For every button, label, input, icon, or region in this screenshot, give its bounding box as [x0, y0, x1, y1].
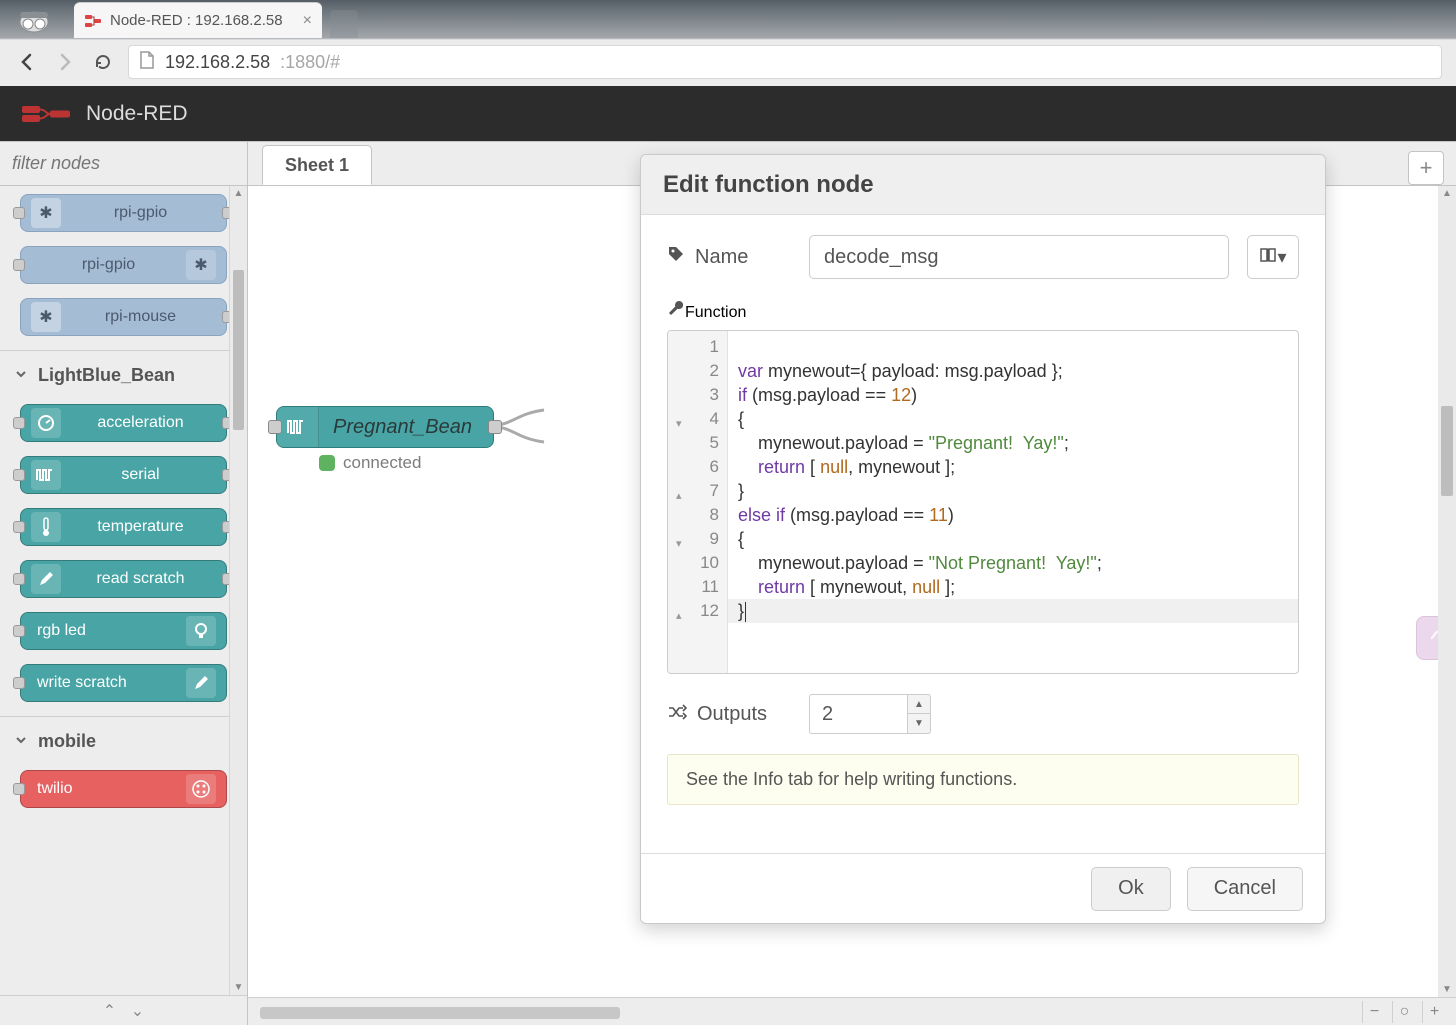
serial-icon [31, 460, 61, 490]
zoom-in-button[interactable]: + [1422, 1001, 1446, 1023]
ok-button[interactable]: Ok [1091, 867, 1171, 911]
palette-footer: ⌃ ⌄ [0, 995, 247, 1025]
browser-toolbar: 192.168.2.58 :1880/# [0, 40, 1456, 84]
canvas-area: Sheet 1 + Pregnant_Bean connected ▲▼ − ○… [248, 142, 1456, 1025]
palette-group-mobile-items: twilio [0, 762, 247, 816]
flow-tab-sheet1[interactable]: Sheet 1 [262, 145, 372, 185]
node-status: connected [319, 453, 421, 473]
palette-node-rpi-mouse[interactable]: ✱rpi-mouse [20, 298, 227, 336]
name-label: Name [695, 246, 748, 269]
palette-node-rgb-led[interactable]: rgb led [20, 612, 227, 650]
pencil-icon [31, 564, 61, 594]
reload-button[interactable] [90, 49, 116, 75]
canvas-hscrollbar[interactable] [260, 1004, 1376, 1022]
status-dot-icon [319, 455, 335, 471]
caret-down-icon: ▾ [1277, 247, 1286, 268]
palette-collapse-button[interactable]: ⌃ [99, 1000, 121, 1022]
name-row: Name ▾ [667, 235, 1299, 279]
palette-group-rpi: ✱rpi-gpio rpi-gpio✱ ✱rpi-mouse [0, 186, 247, 344]
palette-filter [0, 142, 247, 186]
url-rest: :1880/# [280, 52, 340, 73]
raspberry-icon: ✱ [186, 250, 216, 280]
fold-icon[interactable]: ▴ [676, 604, 682, 628]
outputs-stepper[interactable]: ▲▼ [809, 694, 931, 734]
palette-group-mobile[interactable]: mobile [0, 717, 247, 762]
page-icon [139, 51, 155, 74]
serial-icon [277, 407, 319, 447]
outputs-row: Outputs ▲▼ [667, 694, 1299, 734]
hint-box: See the Info tab for help writing functi… [667, 754, 1299, 805]
palette-group-lightblue-bean-items: acceleration serial temperature read scr… [0, 396, 247, 710]
palette-node-twilio[interactable]: twilio [20, 770, 227, 808]
back-button[interactable] [14, 49, 40, 75]
step-down-button[interactable]: ▼ [907, 714, 931, 734]
node-port-out[interactable] [488, 420, 502, 434]
dialog-header: Edit function node [641, 155, 1325, 215]
outputs-label: Outputs [697, 703, 767, 726]
shuffle-icon [667, 703, 687, 726]
node-port-in[interactable] [268, 420, 282, 434]
browser-tab-active[interactable]: Node-RED : 192.168.2.58 × [74, 2, 322, 38]
canvas-footer: − ○ + [248, 997, 1456, 1025]
flow-node-pregnant-bean[interactable]: Pregnant_Bean connected [276, 406, 494, 448]
chevron-down-icon [14, 365, 28, 386]
chevron-down-icon [14, 731, 28, 752]
twilio-icon [186, 774, 216, 804]
palette-node-read-scratch[interactable]: read scratch [20, 560, 227, 598]
browser-tab-title: Node-RED : 192.168.2.58 [110, 12, 283, 29]
add-flow-tab-button[interactable]: + [1408, 151, 1444, 185]
raspberry-icon: ✱ [31, 198, 61, 228]
code-editor[interactable]: 123 ▾4 56 ▴7 8 ▾9 1011 ▴12 var mynewout=… [667, 330, 1299, 674]
url-host: 192.168.2.58 [165, 52, 270, 73]
outputs-input[interactable] [809, 694, 907, 734]
wrench-icon [667, 304, 685, 321]
code-content[interactable]: var mynewout={ payload: msg.payload }; i… [728, 331, 1298, 673]
book-icon [1259, 247, 1277, 268]
close-icon[interactable]: × [303, 12, 312, 30]
library-button[interactable]: ▾ [1247, 235, 1299, 279]
dialog-body: Name ▾ Function 123 ▾4 56 ▴7 8 ▾9 [641, 215, 1325, 853]
palette-node-rpi-gpio-out[interactable]: rpi-gpio✱ [20, 246, 227, 284]
node-label: Pregnant_Bean [319, 416, 488, 439]
zoom-reset-button[interactable]: ○ [1392, 1001, 1416, 1023]
raspberry-icon: ✱ [31, 302, 61, 332]
thermometer-icon [31, 512, 61, 542]
tab-strip: Node-RED : 192.168.2.58 × [74, 2, 358, 38]
pencil-icon [186, 668, 216, 698]
forward-button[interactable] [52, 49, 78, 75]
code-gutter: 123 ▾4 56 ▴7 8 ▾9 1011 ▴12 [668, 331, 728, 673]
gauge-icon [31, 408, 61, 438]
name-input[interactable] [809, 235, 1229, 279]
app-title: Node-RED [86, 102, 188, 126]
app-header: Node-RED [0, 86, 1456, 141]
incognito-icon [12, 4, 56, 38]
cancel-button[interactable]: Cancel [1187, 867, 1303, 911]
address-bar[interactable]: 192.168.2.58 :1880/# [128, 45, 1442, 79]
workspace: ✱rpi-gpio rpi-gpio✱ ✱rpi-mouse LightBlue… [0, 141, 1456, 1025]
palette-node-rpi-gpio-in[interactable]: ✱rpi-gpio [20, 194, 227, 232]
palette-node-temperature[interactable]: temperature [20, 508, 227, 546]
node-red-logo-icon [22, 104, 70, 124]
canvas-vscrollbar[interactable]: ▲▼ [1438, 186, 1456, 997]
palette-node-acceleration[interactable]: acceleration [20, 404, 227, 442]
palette-group-lightblue-bean[interactable]: LightBlue_Bean [0, 351, 247, 396]
function-label: Function [685, 304, 746, 321]
edit-function-dialog: Edit function node Name ▾ Function 123 ▾… [640, 154, 1326, 924]
bulb-icon [186, 616, 216, 646]
filter-nodes-input[interactable] [0, 142, 247, 185]
palette-expand-button[interactable]: ⌄ [127, 1000, 149, 1022]
new-tab-button[interactable] [330, 10, 358, 38]
palette: ✱rpi-gpio rpi-gpio✱ ✱rpi-mouse LightBlue… [0, 142, 248, 1025]
dialog-title: Edit function node [663, 171, 874, 199]
dialog-footer: Ok Cancel [641, 853, 1325, 923]
browser-chrome: Node-RED : 192.168.2.58 × 192.168.2.58 :1… [0, 0, 1456, 86]
tag-icon [667, 245, 685, 269]
palette-scrollbar[interactable]: ▲▼ [229, 186, 247, 995]
step-up-button[interactable]: ▲ [907, 694, 931, 714]
node-red-favicon [84, 12, 102, 30]
palette-node-serial[interactable]: serial [20, 456, 227, 494]
palette-node-write-scratch[interactable]: write scratch [20, 664, 227, 702]
